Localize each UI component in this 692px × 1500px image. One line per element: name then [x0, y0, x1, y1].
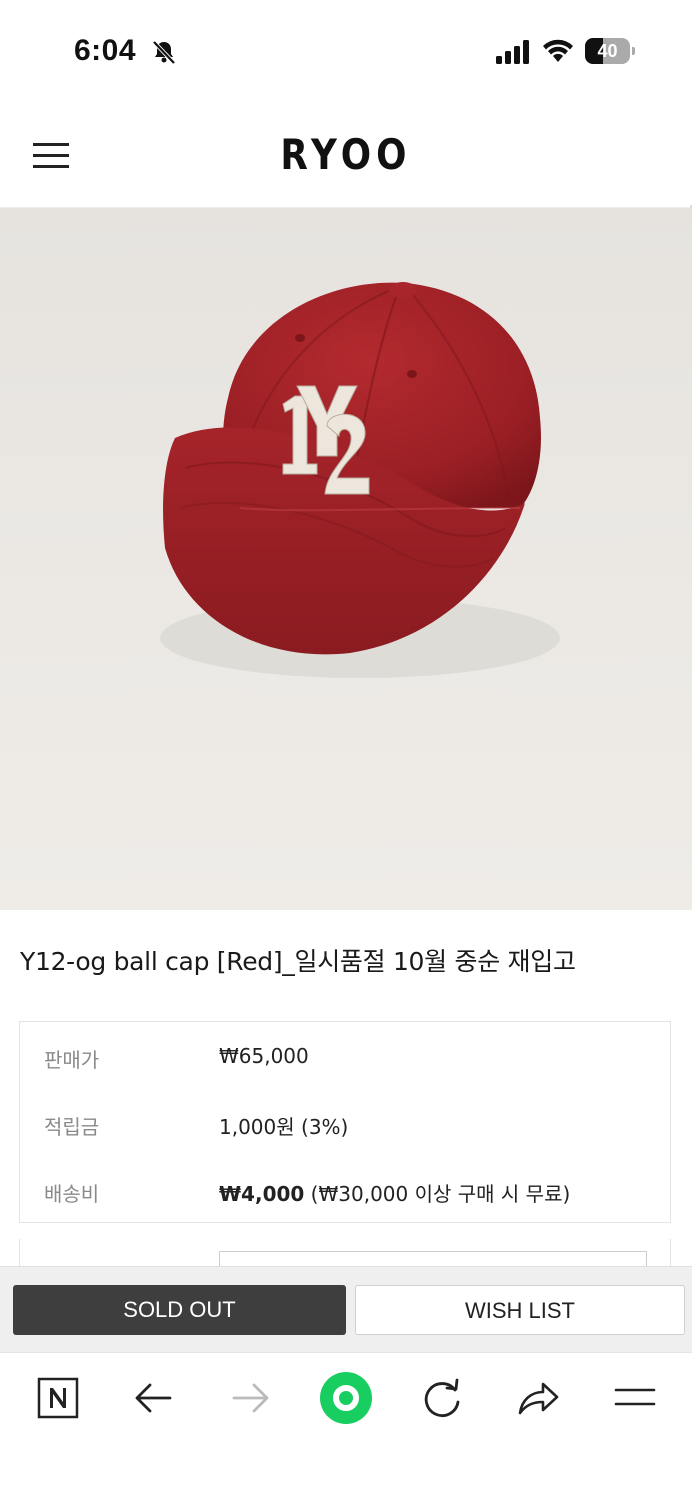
shipping-fee: ₩4,000: [219, 1182, 305, 1206]
battery-level: 40: [597, 41, 618, 61]
home-circle-icon[interactable]: [314, 1369, 378, 1429]
wish-list-button[interactable]: WISH LIST: [355, 1285, 685, 1335]
status-bar: 6:04 40: [0, 0, 692, 100]
bell-slash-icon: [152, 40, 176, 65]
naver-n-icon[interactable]: [30, 1373, 86, 1423]
price-value: ₩65,000: [219, 1044, 309, 1068]
wifi-icon: [543, 39, 573, 62]
info-row-shipping: 배송비 ₩4,000 (₩30,000 이상 구매 시 무료): [20, 1168, 672, 1208]
product-image[interactable]: [0, 208, 692, 910]
product-title: Y12-og ball cap [Red]_일시품절 10월 중순 재입고: [20, 947, 576, 976]
forward-arrow-icon[interactable]: [222, 1373, 278, 1423]
purchase-action-bar: SOLD OUT WISH LIST: [0, 1266, 692, 1352]
shipping-note: (₩30,000 이상 구매 시 무료): [304, 1182, 571, 1206]
info-row-points: 적립금 1,000원 (3%): [20, 1101, 672, 1141]
share-icon[interactable]: [510, 1373, 566, 1423]
back-arrow-icon[interactable]: [126, 1373, 182, 1423]
browser-toolbar: [0, 1352, 692, 1500]
battery-icon: 40: [585, 38, 635, 64]
option-row: [19, 1239, 671, 1271]
shipping-value: ₩4,000 (₩30,000 이상 구매 시 무료): [219, 1178, 570, 1207]
cap-illustration: [160, 282, 560, 678]
site-logo[interactable]: RYOO: [52, 130, 640, 179]
info-row-price: 판매가 ₩65,000: [20, 1034, 672, 1074]
points-label: 적립금: [44, 1115, 100, 1139]
shipping-label: 배송비: [44, 1182, 100, 1206]
reload-icon[interactable]: [414, 1373, 470, 1423]
product-info-table: 판매가 ₩65,000 적립금 1,000원 (3%) 배송비 ₩4,000 (…: [19, 1021, 671, 1223]
points-value: 1,000원 (3%): [219, 1115, 349, 1139]
site-header: RYOO: [0, 100, 692, 305]
price-label: 판매가: [44, 1048, 100, 1072]
signal-icon: [496, 40, 529, 64]
sold-out-button[interactable]: SOLD OUT: [13, 1285, 346, 1335]
toolbar-menu-icon[interactable]: [606, 1373, 662, 1423]
status-time: 6:04: [74, 34, 137, 67]
